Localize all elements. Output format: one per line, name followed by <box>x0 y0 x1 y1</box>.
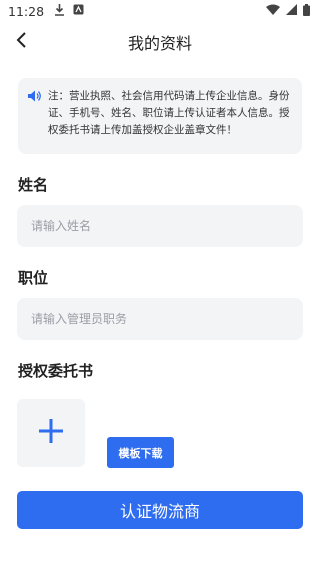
name-input[interactable] <box>31 219 289 233</box>
name-label: 姓名 <box>18 176 49 194</box>
upload-authorization-button[interactable] <box>17 399 85 467</box>
page-title: 我的资料 <box>127 34 192 53</box>
template-download-button[interactable]: 模板下载 <box>107 437 174 468</box>
name-field-container <box>17 205 303 247</box>
notice-text: 注：营业执照、社会信用代码请上传企业信息。身份证、手机号、姓名、职位请上传认证者… <box>48 90 290 136</box>
position-input[interactable] <box>31 312 289 326</box>
nav-bar: 我的资料 <box>0 22 320 62</box>
signal-icon <box>286 4 297 18</box>
download-icon <box>54 3 65 19</box>
status-bar: 11:28 <box>0 0 320 22</box>
upload-row: 模板下载 <box>17 399 303 468</box>
back-arrow-icon <box>16 32 28 52</box>
status-time: 11:28 <box>8 3 45 19</box>
plus-icon <box>37 417 65 449</box>
notice-box: 注：营业执照、社会信用代码请上传企业信息。身份证、手机号、姓名、职位请上传认证者… <box>18 78 302 154</box>
authorization-label: 授权委托书 <box>18 362 94 380</box>
speaker-icon <box>28 88 44 144</box>
battery-icon <box>303 3 310 19</box>
position-label: 职位 <box>18 269 49 287</box>
app-notification-icon <box>73 4 84 18</box>
submit-button[interactable]: 认证物流商 <box>17 491 303 529</box>
back-button[interactable] <box>10 30 34 54</box>
wifi-icon <box>266 4 280 18</box>
position-field-container <box>17 298 303 340</box>
